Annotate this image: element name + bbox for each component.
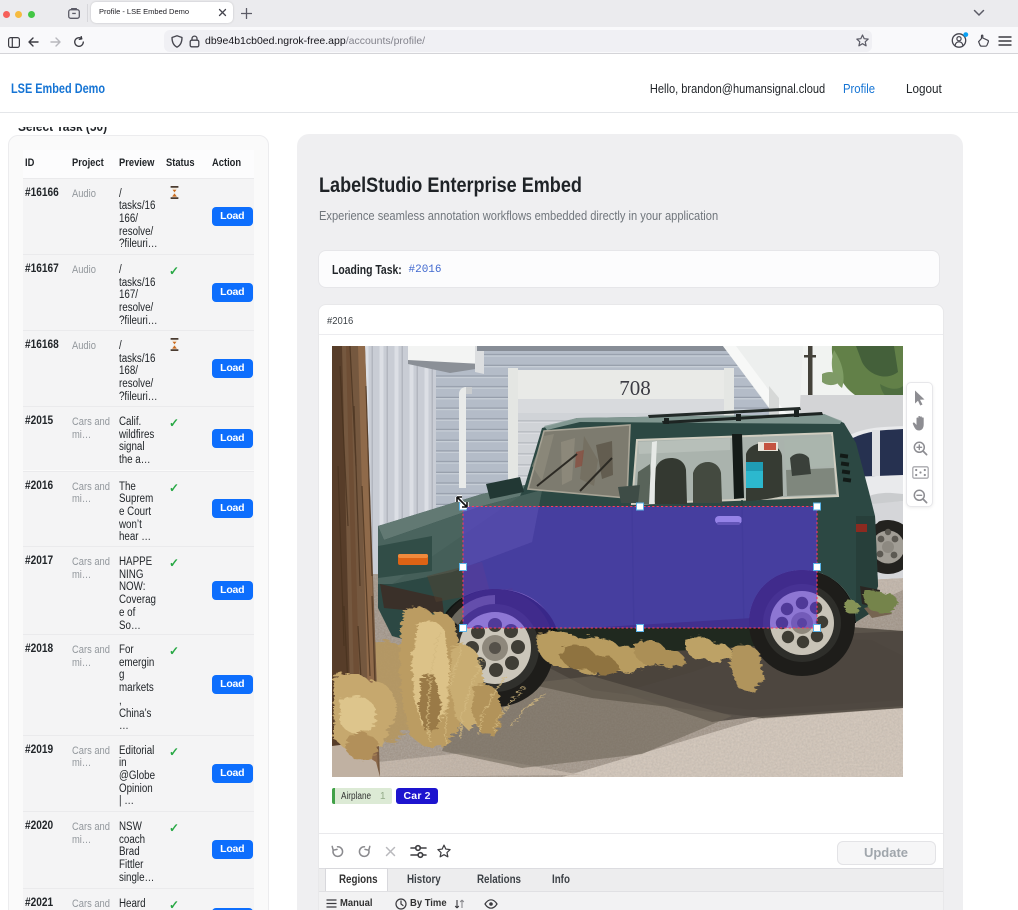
svg-text:708: 708 — [619, 376, 651, 400]
